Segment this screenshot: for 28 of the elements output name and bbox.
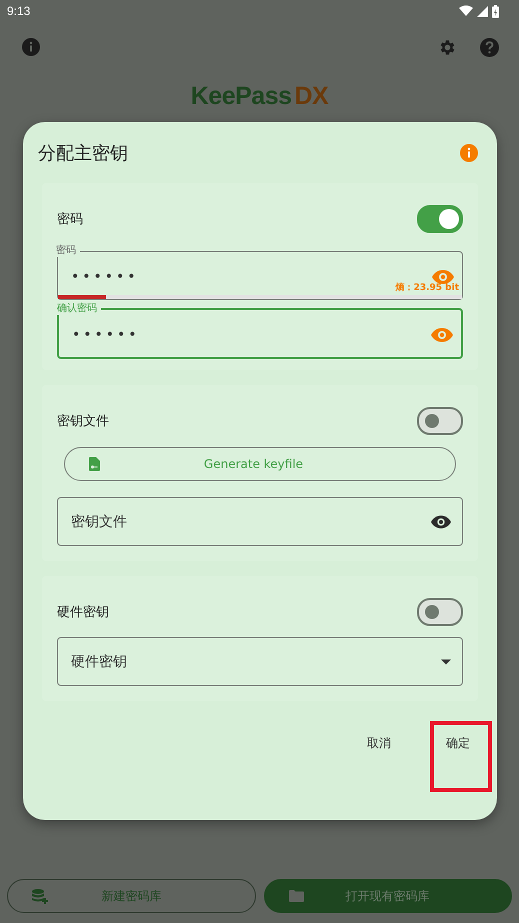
hardware-key-dropdown[interactable]: 硬件密钥 bbox=[57, 637, 463, 686]
toggle-switch[interactable] bbox=[417, 205, 463, 233]
dialog-button[interactable]: 确定 bbox=[430, 721, 492, 792]
password-value: •••••• bbox=[72, 326, 141, 342]
section-label: 密码 bbox=[57, 211, 83, 228]
dialog-button[interactable]: 取消 bbox=[352, 721, 412, 792]
info-icon[interactable] bbox=[460, 144, 478, 162]
password-value: •••••• bbox=[71, 268, 140, 284]
dropdown-caret-icon bbox=[441, 659, 451, 664]
folder-icon bbox=[288, 890, 304, 902]
wifi-icon bbox=[459, 5, 473, 17]
settings-icon[interactable] bbox=[438, 38, 457, 56]
help-icon[interactable] bbox=[480, 38, 499, 56]
toggle-switch[interactable] bbox=[417, 598, 463, 626]
entropy-text: 熵：23.95 bit bbox=[396, 282, 459, 294]
database-add-icon bbox=[32, 888, 48, 904]
status-time: 9:13 bbox=[7, 4, 30, 18]
section-label: 硬件密钥 bbox=[57, 604, 109, 621]
key-file-icon bbox=[89, 457, 100, 471]
section-label: 密钥文件 bbox=[57, 413, 109, 430]
eye-icon[interactable] bbox=[431, 515, 451, 528]
info-icon[interactable] bbox=[22, 38, 40, 56]
keyfile-field[interactable]: 密钥文件 bbox=[57, 497, 463, 546]
dialog-title: 分配主密钥 bbox=[38, 142, 128, 164]
signal-icon bbox=[477, 6, 488, 16]
app-logo: KeePassDX bbox=[190, 81, 328, 112]
toggle-switch[interactable] bbox=[417, 407, 463, 435]
battery-icon bbox=[492, 4, 499, 18]
